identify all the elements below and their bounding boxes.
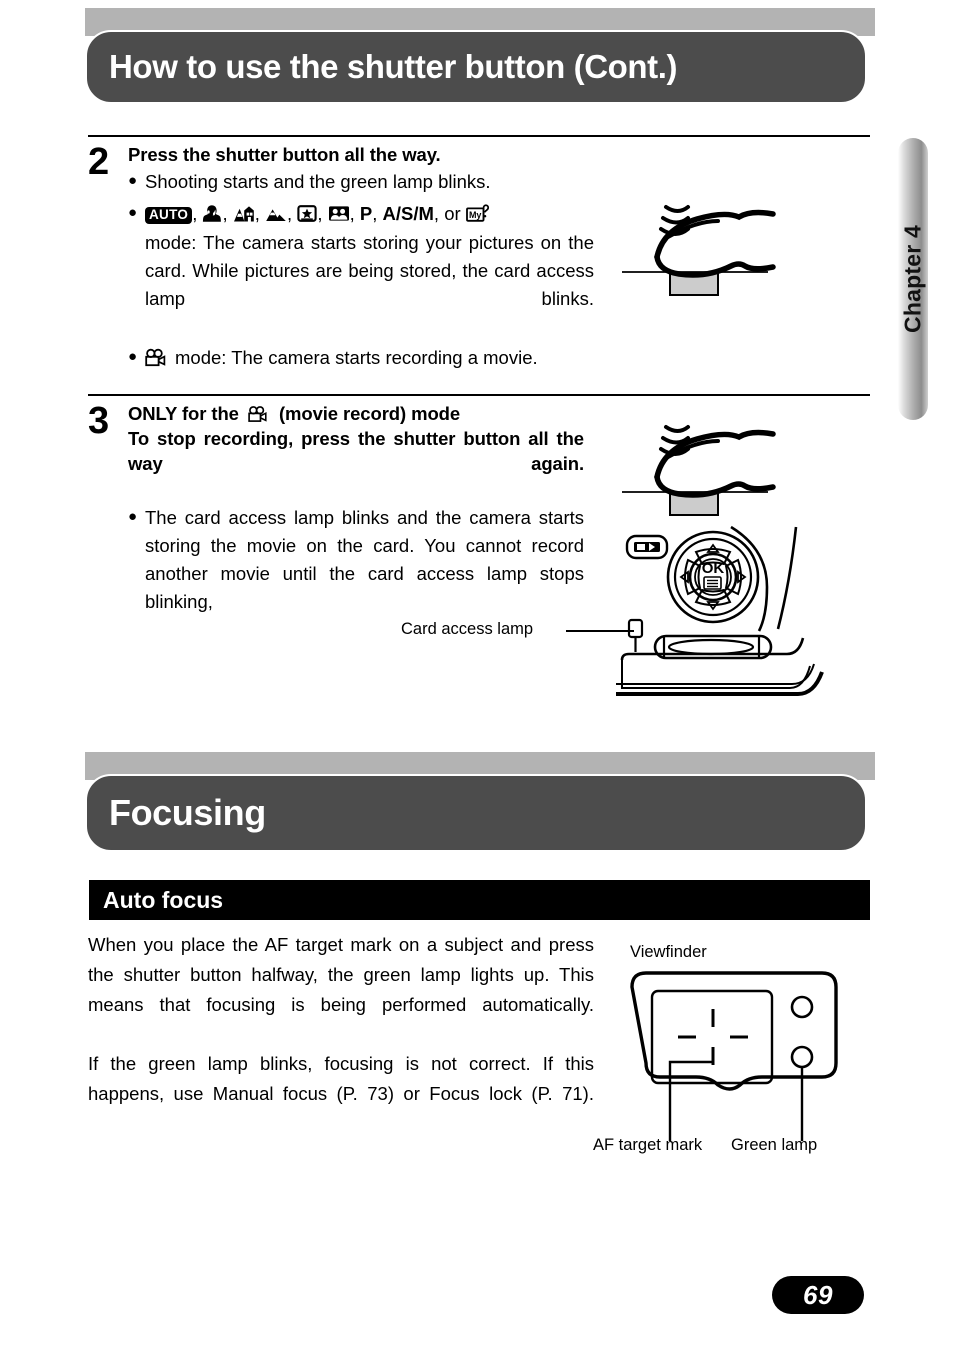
divider-above-step-2 (88, 135, 870, 137)
af-target-leader-line (668, 1060, 714, 1070)
chapter-tab-label: Chapter 4 (899, 225, 926, 333)
page-number-text: 69 (803, 1279, 833, 1310)
divider-above-step-3 (88, 394, 870, 396)
step-2-bullet-1: ● Shooting starts and the green lamp bli… (128, 168, 594, 196)
orange-lamp (790, 995, 814, 1019)
step-2-bullet-2-mid-text: or (444, 202, 461, 224)
green-lamp-label: Green lamp (731, 1136, 818, 1154)
bullet-dot-icon: ● (128, 507, 138, 525)
chapter-tab: Chapter 4 (898, 138, 928, 420)
auto-focus-body: When you place the AF target mark on a s… (88, 930, 594, 1138)
step-3-title-part-2: (movie record) mode (278, 403, 461, 424)
viewfinder-label: Viewfinder (630, 943, 707, 961)
bullet-dot-icon: ● (128, 348, 138, 366)
program-mode-icon: P (359, 202, 373, 224)
step-2-bullet-2-body: mode: The camera starts storing your pic… (145, 231, 594, 309)
asm-mode-icon: A/S/M (382, 202, 434, 224)
step-2-bullet-1-text: Shooting starts and the green lamp blink… (145, 171, 491, 193)
comma-separator: , (287, 202, 293, 224)
card-access-lamp-label: Card access lamp (401, 620, 534, 638)
night-scene-mode-icon (297, 204, 317, 223)
auto-focus-subheading-bar: Auto focus (89, 880, 870, 920)
menu-icon (703, 576, 722, 590)
portrait-mode-icon (202, 204, 222, 223)
self-portrait-mode-icon (328, 204, 350, 223)
step-3-number: 3 (88, 400, 110, 442)
step-2-bullet-2-text: AUTO, , , , , , P, A/S/M, or My mode: Th… (145, 200, 594, 342)
focusing-section-header: Focusing (85, 752, 875, 872)
chapter-header: How to use the shutter button (Cont.) (85, 8, 875, 128)
bullet-dot-icon: ● (128, 172, 138, 190)
card-access-lamp-leader-line (566, 630, 634, 632)
step-3-title-line-2: To stop recording, press the shutter but… (128, 428, 584, 474)
comma-separator: , (317, 202, 323, 224)
page-title: How to use the shutter button (Cont.) (109, 48, 678, 85)
comma-separator: , (433, 202, 440, 224)
portrait-landscape-mode-icon (233, 204, 255, 223)
viewfinder-illustration (620, 965, 860, 1155)
card-access-lamp (627, 618, 644, 652)
movie-mode-icon (248, 405, 270, 424)
bullet-dot-icon: ● (128, 203, 138, 221)
comma-separator: , (372, 202, 378, 224)
monitor-button-icon (625, 534, 669, 560)
header-bar: Focusing (85, 774, 867, 852)
step-2-bullet-2: ● AUTO, , , , , , P, A/S/M, or My mode: … (128, 200, 594, 342)
landscape-mode-icon (265, 204, 287, 223)
comma-separator: , (222, 202, 228, 224)
step-2-title: Press the shutter button all the way. (128, 144, 441, 165)
ok-button-label: OK (702, 560, 725, 577)
af-target-mark-label: AF target mark (593, 1136, 703, 1154)
step-2-bullet-3-body: mode: The camera starts recording a movi… (175, 347, 538, 369)
step-3-title-line-1: ONLY for the (movie record) mode (128, 402, 584, 426)
svg-text:My: My (469, 209, 482, 219)
step-2-bullet-3-text: mode: The camera starts recording a movi… (145, 344, 594, 372)
af-target-mark (678, 1009, 748, 1065)
focusing-title: Focusing (109, 792, 266, 833)
header-bar: How to use the shutter button (Cont.) (85, 30, 867, 104)
comma-separator: , (192, 202, 198, 224)
auto-focus-paragraph-1: When you place the AF target mark on a s… (88, 934, 594, 1015)
comma-separator: , (254, 202, 260, 224)
step-2-number: 2 (88, 141, 110, 183)
auto-focus-subheading: Auto focus (103, 886, 224, 913)
arrow-pad: OK (666, 530, 760, 624)
auto-mode-icon: AUTO (145, 206, 193, 225)
auto-focus-paragraph-2: If the green lamp blinks, focusing is no… (88, 1053, 594, 1104)
step-3-title-part-1: ONLY for the (128, 403, 239, 424)
my-mode-icon: My (465, 203, 493, 224)
step-2-bullet-3: ● mode: The camera starts recording a mo… (128, 344, 594, 372)
camera-back-illustration: OK (600, 512, 880, 712)
comma-separator: , (349, 202, 355, 224)
manual-page: How to use the shutter button (Cont.) Ch… (0, 0, 954, 1346)
movie-mode-icon (145, 348, 169, 368)
page-number-badge: 69 (772, 1276, 864, 1314)
green-lamp (790, 1045, 814, 1069)
shutter-press-illustration-step-2 (600, 165, 880, 315)
